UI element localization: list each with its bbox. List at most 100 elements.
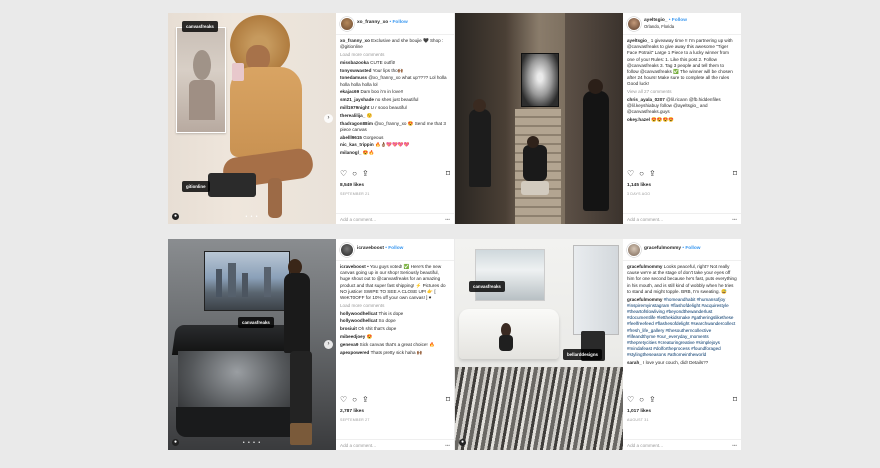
more-dots-icon[interactable]: ••• [732,217,737,223]
post-sidebar: icraveboost • Follow icraveboost • You g… [336,239,454,450]
more-dots-icon[interactable]: ••• [445,443,450,449]
comment: therealilija_ 😚 [340,112,373,118]
man-center [523,145,547,181]
post-date: SEPTEMBER 21 [340,192,370,196]
add-comment-input[interactable]: Add a comment... [340,443,376,449]
bookmark-icon[interactable]: ⌑ [733,169,737,177]
load-more-comments[interactable]: Load more comments [340,52,450,58]
post-header: xo_franny_xo • Follow [336,13,454,35]
share-icon[interactable]: ⇪ [649,169,656,177]
caption: icraveboost • You guys voted! ✅ Here's t… [340,264,446,301]
post-image[interactable] [455,13,623,224]
post-card-2: ayeltsgio_ • Follow Orlando, Florida aye… [455,13,741,224]
comment: nic_kas_trippin 🔥👌🏾💖💖💖💖 [340,142,410,148]
follow-button[interactable]: • Follow [682,246,700,252]
post-image[interactable]: canvasfreaks gitionline › ● • • • [168,13,336,224]
comment: tonedamuss @xo_franny_xo what up???? Lol… [340,75,447,87]
share-icon[interactable]: ⇪ [362,395,369,403]
image-tag-bellarddesigns[interactable]: bellarddesigns [563,349,602,360]
comment: geneva9 Sick canvas that's a great choic… [340,341,435,347]
man-left [469,109,491,187]
avatar[interactable] [627,242,641,257]
comment: milanogl_ 😍🔥 [340,150,375,156]
tagged-user-icon[interactable]: ● [459,439,466,446]
canvas-print [176,27,226,133]
comment-icon[interactable]: ○ [639,169,644,177]
carousel-dots: • • • [245,214,259,220]
comment: gracefulmommy #homeandhabit #humansofjoy… [627,296,736,358]
avatar[interactable] [340,242,354,257]
likes-count[interactable]: 1,145 likes [627,183,651,189]
comment: thadragon88im @xo_franny_xo 😍 Send me th… [340,120,446,132]
post-sidebar: ayeltsgio_ • Follow Orlando, Florida aye… [623,13,741,224]
more-dots-icon[interactable]: ••• [732,443,737,449]
username[interactable]: gracefulmommy [644,246,681,252]
add-comment-input[interactable]: Add a comment... [627,217,663,223]
heart-icon[interactable]: ♡ [340,169,347,177]
tiger-canvas [521,53,559,107]
avatar[interactable] [340,16,354,31]
add-comment-row: Add a comment... ••• [623,439,741,449]
add-comment-input[interactable]: Add a comment... [340,217,376,223]
add-comment-row: Add a comment... ••• [336,213,454,223]
bookmark-icon[interactable]: ⌑ [446,169,450,177]
add-comment-input[interactable]: Add a comment... [627,443,663,449]
comment-icon[interactable]: ○ [352,169,357,177]
next-arrow-icon[interactable]: › [324,114,333,123]
post-date: 3 DAYS AGO [627,192,651,196]
location-link[interactable]: Orlando, Florida [644,24,687,30]
likes-count[interactable]: 8,549 likes [340,183,364,189]
post-card-4: canvasfreaks bellarddesigns ● gracefulmo… [455,239,741,450]
comment: tonyswwasted Your lips tho🙌🏾 [340,67,404,73]
comment: sarah_ I love your couch, did! Details?? [627,360,709,366]
comments-list: ayeltsgio_ 1 giveaway time !! I'm partne… [627,35,737,174]
action-bar: ♡ ○ ⇪ ⌑ [627,169,737,179]
heart-icon[interactable]: ♡ [627,395,634,403]
comment: sm21_jayshade no shes just beautiful [340,97,419,103]
comment: ekajac69 Dam boo i'm in love!! [340,89,404,95]
comment-icon[interactable]: ○ [352,395,357,403]
load-more-comments[interactable]: Load more comments [340,303,450,309]
post-image[interactable]: canvasfreaks bellarddesigns ● [455,239,623,450]
username[interactable]: xo_franny_xo [357,20,388,26]
username[interactable]: ayeltsgio_ [644,18,667,23]
image-tag-canvasfreaks[interactable]: canvasfreaks [182,21,218,32]
wall-canvas [475,249,545,301]
comment: apexpowered Thats pretty sick haha 🙌🏾 [340,349,423,355]
post-header: gracefulmommy • Follow [623,239,741,261]
image-tag-canvasfreaks[interactable]: canvasfreaks [238,317,274,328]
comment: hollywoodhellcat So dope [340,318,396,324]
add-comment-row: Add a comment... ••• [336,439,454,449]
action-bar: ♡ ○ ⇪ ⌑ [340,395,450,405]
post-sidebar: gracefulmommy • Follow gracefulmommy Loo… [623,239,741,450]
heart-icon[interactable]: ♡ [627,169,634,177]
next-arrow-icon[interactable]: › [324,340,333,349]
likes-count[interactable]: 1,017 likes [627,409,651,415]
follow-button[interactable]: • Follow [669,18,687,23]
heart-icon[interactable]: ♡ [340,395,347,403]
add-comment-row: Add a comment... ••• [623,213,741,223]
post-card-3: canvasfreaks › ● • • • • icraveboost • F… [168,239,454,450]
likes-count[interactable]: 2,787 likes [340,409,364,415]
comments-list: xo_franny_xo Exclusive and she boujie 🖤 … [340,35,450,174]
more-dots-icon[interactable]: ••• [445,217,450,223]
image-tag-canvasfreaks[interactable]: canvasfreaks [469,281,505,292]
striped-rug [455,367,623,450]
follow-button[interactable]: • Follow [385,246,403,252]
post-image[interactable]: canvasfreaks › ● • • • • [168,239,336,450]
bookmark-icon[interactable]: ⌑ [733,395,737,403]
post-date: AUGUST 31 [627,418,649,422]
comment: brosiuit Oh shit that's dope [340,326,397,332]
username[interactable]: icraveboost [357,246,384,252]
share-icon[interactable]: ⇪ [362,169,369,177]
comments-list: gracefulmommy Looks peaceful, right? Not… [627,261,737,400]
caption: xo_franny_xo Exclusive and she boujie 🖤 … [340,38,444,50]
avatar[interactable] [627,16,641,31]
bookmark-icon[interactable]: ⌑ [446,395,450,403]
follow-button[interactable]: • Follow [389,20,407,26]
comment-icon[interactable]: ○ [639,395,644,403]
share-icon[interactable]: ⇪ [649,395,656,403]
view-all-comments[interactable]: View all 27 comments [627,89,737,95]
image-tag-gitionline[interactable]: gitionline [182,181,210,192]
comment: okey.hazel 😍😍😍😍 [627,117,675,123]
